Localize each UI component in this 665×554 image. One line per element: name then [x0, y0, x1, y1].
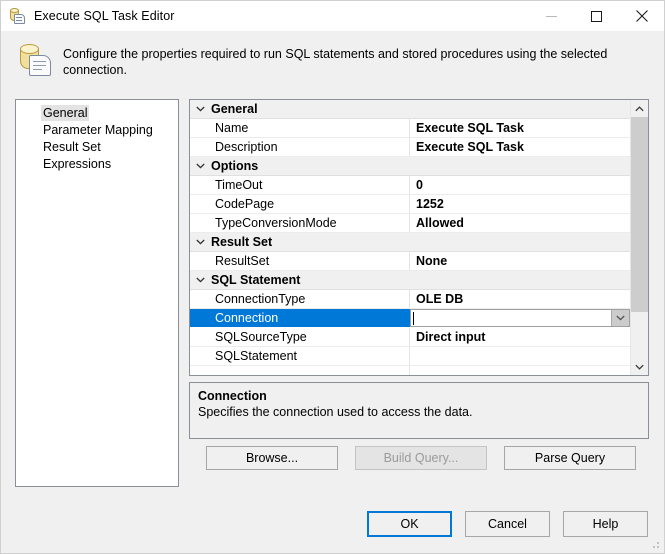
execute-sql-task-icon: [9, 7, 27, 25]
property-value-editor[interactable]: [410, 309, 630, 327]
sidebar-item-label: Result Set: [41, 139, 103, 155]
sidebar-item-general[interactable]: General: [16, 105, 178, 122]
chevron-up-icon[interactable]: [631, 100, 648, 117]
help-button[interactable]: Help: [563, 511, 648, 537]
property-name: TypeConversionMode: [190, 214, 410, 232]
connection-combobox[interactable]: [410, 309, 630, 327]
property-value[interactable]: 1252: [410, 195, 630, 213]
scrollbar-track[interactable]: [631, 117, 648, 358]
property-row-name[interactable]: Name Execute SQL Task: [190, 119, 630, 138]
category-label: Result Set: [211, 233, 272, 251]
property-row-codepage[interactable]: CodePage 1252: [190, 195, 630, 214]
property-row-partial[interactable]: [190, 366, 630, 375]
property-value[interactable]: Execute SQL Task: [410, 138, 630, 156]
category-label: General: [211, 100, 258, 118]
description-title: Connection: [198, 388, 640, 404]
property-name: [190, 366, 410, 375]
property-value[interactable]: Allowed: [410, 214, 630, 232]
property-name: ConnectionType: [190, 290, 410, 308]
dialog-footer: OK Cancel Help: [367, 511, 648, 537]
header-banner: Configure the properties required to run…: [1, 31, 664, 94]
sidebar-item-label: General: [41, 105, 89, 121]
sidebar-item-parameter-mapping[interactable]: Parameter Mapping: [16, 122, 178, 139]
page-navigation-list[interactable]: General Parameter Mapping Result Set Exp…: [15, 99, 179, 487]
property-category-result-set[interactable]: Result Set: [190, 233, 630, 252]
chevron-down-icon[interactable]: [190, 100, 211, 118]
property-row-connectiontype[interactable]: ConnectionType OLE DB: [190, 290, 630, 309]
property-name: ResultSet: [190, 252, 410, 270]
property-value[interactable]: Direct input: [410, 328, 630, 346]
close-button[interactable]: [619, 1, 664, 31]
property-row-sqlsourcetype[interactable]: SQLSourceType Direct input: [190, 328, 630, 347]
chevron-down-icon[interactable]: [631, 358, 648, 375]
chevron-down-icon[interactable]: [190, 233, 211, 251]
property-name: CodePage: [190, 195, 410, 213]
property-name: SQLStatement: [190, 347, 410, 365]
minimize-icon: [546, 11, 557, 22]
property-row-timeout[interactable]: TimeOut 0: [190, 176, 630, 195]
description-text: Specifies the connection used to access …: [198, 404, 640, 420]
property-value[interactable]: 0: [410, 176, 630, 194]
cancel-button[interactable]: Cancel: [465, 511, 550, 537]
property-description-pane: Connection Specifies the connection used…: [189, 382, 649, 439]
dialog-body: General Parameter Mapping Result Set Exp…: [1, 94, 664, 553]
chevron-down-icon[interactable]: [190, 271, 211, 289]
property-name: Name: [190, 119, 410, 137]
chevron-down-icon[interactable]: [611, 310, 629, 326]
property-category-general[interactable]: General: [190, 100, 630, 119]
ok-button[interactable]: OK: [367, 511, 452, 537]
title-bar: Execute SQL Task Editor: [1, 1, 664, 31]
property-value[interactable]: OLE DB: [410, 290, 630, 308]
property-category-sql-statement[interactable]: SQL Statement: [190, 271, 630, 290]
property-category-options[interactable]: Options: [190, 157, 630, 176]
maximize-button[interactable]: [574, 1, 619, 31]
query-button-row: Browse... Build Query... Parse Query: [206, 446, 636, 470]
sidebar-item-label: Expressions: [41, 156, 113, 172]
connection-input[interactable]: [411, 310, 611, 326]
browse-button[interactable]: Browse...: [206, 446, 338, 470]
property-name: TimeOut: [190, 176, 410, 194]
execute-sql-task-icon: [15, 40, 57, 84]
sidebar-item-label: Parameter Mapping: [41, 122, 155, 138]
property-row-sqlstatement[interactable]: SQLStatement: [190, 347, 630, 366]
execute-sql-task-editor-window: Execute SQL Task Editor: [0, 0, 665, 554]
property-row-resultset[interactable]: ResultSet None: [190, 252, 630, 271]
property-value[interactable]: [410, 366, 630, 375]
property-grid-scrollbar[interactable]: [630, 100, 648, 375]
window-controls: [529, 1, 664, 31]
property-grid[interactable]: General Name Execute SQL Task Descriptio…: [189, 99, 649, 376]
property-row-description[interactable]: Description Execute SQL Task: [190, 138, 630, 157]
resize-grip-icon[interactable]: [649, 538, 661, 550]
chevron-down-icon[interactable]: [190, 157, 211, 175]
banner-description: Configure the properties required to run…: [63, 46, 664, 78]
window-title: Execute SQL Task Editor: [34, 9, 175, 23]
category-label: Options: [211, 157, 258, 175]
property-name: SQLSourceType: [190, 328, 410, 346]
property-value[interactable]: None: [410, 252, 630, 270]
property-row-typeconversionmode[interactable]: TypeConversionMode Allowed: [190, 214, 630, 233]
sidebar-item-expressions[interactable]: Expressions: [16, 156, 178, 173]
category-label: SQL Statement: [211, 271, 300, 289]
scrollbar-thumb[interactable]: [631, 117, 648, 312]
build-query-button: Build Query...: [355, 446, 487, 470]
property-name: Description: [190, 138, 410, 156]
property-grid-rows: General Name Execute SQL Task Descriptio…: [190, 100, 630, 375]
text-caret: [413, 312, 414, 325]
minimize-button[interactable]: [529, 1, 574, 31]
property-value[interactable]: Execute SQL Task: [410, 119, 630, 137]
close-icon: [636, 10, 648, 22]
maximize-icon: [591, 11, 602, 22]
sidebar-item-result-set[interactable]: Result Set: [16, 139, 178, 156]
property-value[interactable]: [410, 347, 630, 365]
property-name: Connection: [190, 309, 410, 327]
property-row-connection[interactable]: Connection: [190, 309, 630, 328]
parse-query-button[interactable]: Parse Query: [504, 446, 636, 470]
